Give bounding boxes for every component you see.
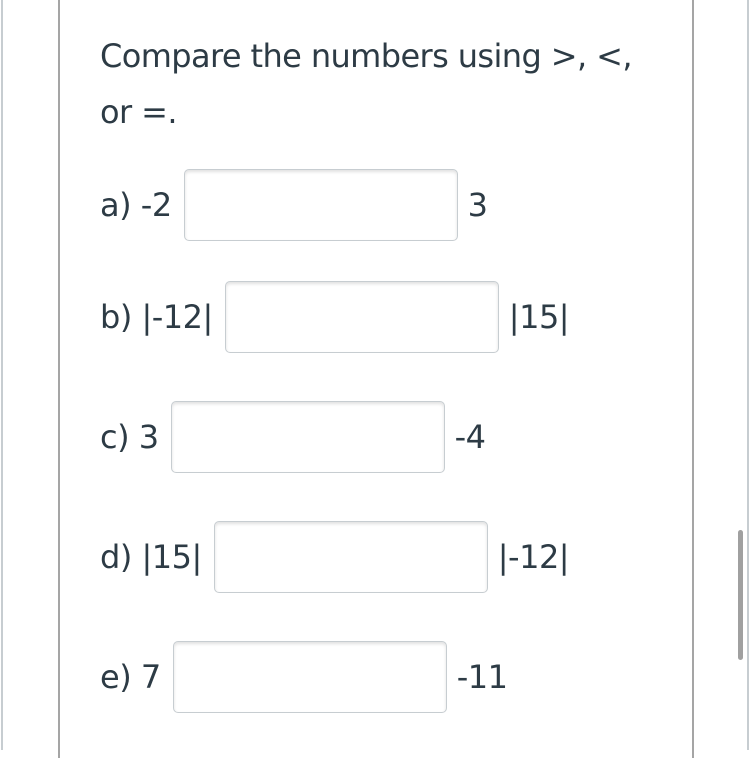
answer-input-a[interactable]	[183, 169, 458, 241]
comparison-row-a: a) -2 3	[100, 167, 488, 243]
window-frame-right	[747, 0, 749, 750]
question-prompt: Compare the numbers using >, <, or =.	[100, 37, 633, 131]
answer-input-b[interactable]	[224, 281, 499, 353]
comparison-row-d: d) |15| |-12|	[100, 519, 570, 595]
right-operand: -11	[456, 658, 508, 696]
left-operand: b) |-12|	[100, 298, 213, 336]
comparison-row-c: c) 3 -4	[100, 399, 486, 475]
right-operand: -4	[454, 418, 486, 456]
comparison-row-b: b) |-12| |15|	[100, 279, 570, 355]
left-operand: c) 3	[100, 418, 159, 456]
left-operand: a) -2	[100, 186, 172, 224]
right-operand: |-12|	[497, 538, 570, 576]
right-operand: 3	[467, 186, 488, 224]
answer-input-e[interactable]	[172, 641, 447, 713]
window-frame-left	[1, 0, 3, 750]
left-operand: e) 7	[100, 658, 161, 696]
scrollbar-thumb[interactable]	[738, 530, 743, 660]
answer-input-c[interactable]	[170, 401, 445, 473]
right-operand: |15|	[508, 298, 570, 336]
left-operand: d) |15|	[100, 538, 202, 576]
answer-input-d[interactable]	[213, 521, 488, 593]
comparison-row-e: e) 7 -11	[100, 639, 508, 715]
